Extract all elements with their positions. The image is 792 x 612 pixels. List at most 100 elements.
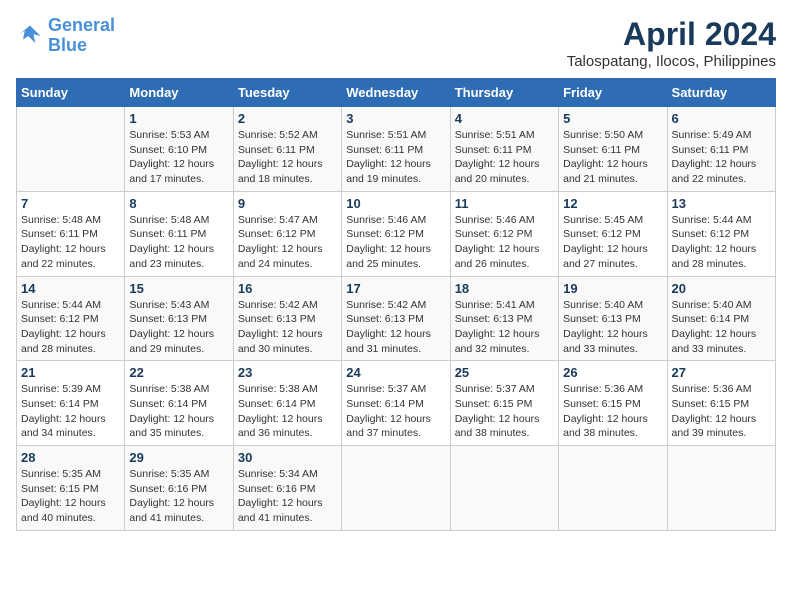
day-number: 5 xyxy=(563,111,662,126)
day-number: 29 xyxy=(129,450,228,465)
calendar-cell: 1Sunrise: 5:53 AMSunset: 6:10 PMDaylight… xyxy=(125,107,233,192)
day-info: Sunrise: 5:52 AMSunset: 6:11 PMDaylight:… xyxy=(238,128,337,187)
day-info: Sunrise: 5:49 AMSunset: 6:11 PMDaylight:… xyxy=(672,128,771,187)
logo-icon xyxy=(16,22,44,50)
day-info: Sunrise: 5:38 AMSunset: 6:14 PMDaylight:… xyxy=(129,382,228,441)
day-number: 9 xyxy=(238,196,337,211)
day-number: 11 xyxy=(455,196,554,211)
day-info: Sunrise: 5:37 AMSunset: 6:14 PMDaylight:… xyxy=(346,382,445,441)
calendar-table: SundayMondayTuesdayWednesdayThursdayFrid… xyxy=(16,78,776,531)
day-number: 2 xyxy=(238,111,337,126)
calendar-cell: 11Sunrise: 5:46 AMSunset: 6:12 PMDayligh… xyxy=(450,191,558,276)
day-number: 21 xyxy=(21,365,120,380)
weekday-header-monday: Monday xyxy=(125,79,233,107)
day-number: 20 xyxy=(672,281,771,296)
calendar-cell: 15Sunrise: 5:43 AMSunset: 6:13 PMDayligh… xyxy=(125,276,233,361)
calendar-cell: 27 Sunrise: 5:36 AMSunset: 6:15 PMDayligh… xyxy=(667,361,775,446)
day-number: 26 xyxy=(563,365,662,380)
day-number: 6 xyxy=(672,111,771,126)
day-number: 18 xyxy=(455,281,554,296)
calendar-cell xyxy=(17,107,125,192)
day-number: 13 xyxy=(672,196,771,211)
calendar-cell: 21 Sunrise: 5:39 AMSunset: 6:14 PMDayligh… xyxy=(17,361,125,446)
day-number: 3 xyxy=(346,111,445,126)
day-info: Sunrise: 5:53 AMSunset: 6:10 PMDaylight:… xyxy=(129,128,228,187)
day-number: 27 xyxy=(672,365,771,380)
day-number: 17 xyxy=(346,281,445,296)
day-info: Sunrise: 5:51 AMSunset: 6:11 PMDaylight:… xyxy=(455,128,554,187)
day-info: Sunrise: 5:34 AMSunset: 6:16 PMDaylight:… xyxy=(238,467,337,526)
day-number: 24 xyxy=(346,365,445,380)
weekday-header-friday: Friday xyxy=(559,79,667,107)
weekday-header-saturday: Saturday xyxy=(667,79,775,107)
calendar-cell: 24 Sunrise: 5:37 AMSunset: 6:14 PMDayligh… xyxy=(342,361,450,446)
calendar-cell: 19Sunrise: 5:40 AMSunset: 6:13 PMDayligh… xyxy=(559,276,667,361)
calendar-cell: 29 Sunrise: 5:35 AMSunset: 6:16 PMDayligh… xyxy=(125,446,233,531)
calendar-cell: 9 Sunrise: 5:47 AMSunset: 6:12 PMDaylight… xyxy=(233,191,341,276)
calendar-cell: 4 Sunrise: 5:51 AMSunset: 6:11 PMDaylight… xyxy=(450,107,558,192)
logo-blue: Blue xyxy=(48,35,87,55)
day-info: Sunrise: 5:36 AMSunset: 6:15 PMDaylight:… xyxy=(672,382,771,441)
day-info: Sunrise: 5:44 AMSunset: 6:12 PMDaylight:… xyxy=(672,213,771,272)
calendar-cell: 25 Sunrise: 5:37 AMSunset: 6:15 PMDayligh… xyxy=(450,361,558,446)
day-number: 8 xyxy=(129,196,228,211)
day-info: Sunrise: 5:35 AMSunset: 6:15 PMDaylight:… xyxy=(21,467,120,526)
day-number: 7 xyxy=(21,196,120,211)
week-row-1: 1Sunrise: 5:53 AMSunset: 6:10 PMDaylight… xyxy=(17,107,776,192)
weekday-header-sunday: Sunday xyxy=(17,79,125,107)
title-block: April 2024 Talospatang, Ilocos, Philippi… xyxy=(567,16,776,70)
day-info: Sunrise: 5:35 AMSunset: 6:16 PMDaylight:… xyxy=(129,467,228,526)
day-number: 22 xyxy=(129,365,228,380)
page-header: General Blue April 2024 Talospatang, Ilo… xyxy=(16,16,776,70)
calendar-cell xyxy=(667,446,775,531)
day-info: Sunrise: 5:36 AMSunset: 6:15 PMDaylight:… xyxy=(563,382,662,441)
weekday-header-tuesday: Tuesday xyxy=(233,79,341,107)
calendar-cell: 14 Sunrise: 5:44 AMSunset: 6:12 PMDayligh… xyxy=(17,276,125,361)
day-info: Sunrise: 5:44 AMSunset: 6:12 PMDaylight:… xyxy=(21,298,120,357)
weekday-header-row: SundayMondayTuesdayWednesdayThursdayFrid… xyxy=(17,79,776,107)
week-row-5: 28 Sunrise: 5:35 AMSunset: 6:15 PMDayligh… xyxy=(17,446,776,531)
calendar-cell xyxy=(342,446,450,531)
calendar-cell: 8 Sunrise: 5:48 AMSunset: 6:11 PMDaylight… xyxy=(125,191,233,276)
calendar-title: April 2024 xyxy=(567,16,776,53)
weekday-header-wednesday: Wednesday xyxy=(342,79,450,107)
calendar-subtitle: Talospatang, Ilocos, Philippines xyxy=(567,53,776,70)
calendar-cell xyxy=(559,446,667,531)
weekday-header-thursday: Thursday xyxy=(450,79,558,107)
day-info: Sunrise: 5:38 AMSunset: 6:14 PMDaylight:… xyxy=(238,382,337,441)
day-info: Sunrise: 5:50 AMSunset: 6:11 PMDaylight:… xyxy=(563,128,662,187)
day-info: Sunrise: 5:37 AMSunset: 6:15 PMDaylight:… xyxy=(455,382,554,441)
logo-general: General xyxy=(48,15,115,35)
day-number: 28 xyxy=(21,450,120,465)
day-info: Sunrise: 5:51 AMSunset: 6:11 PMDaylight:… xyxy=(346,128,445,187)
calendar-cell: 20Sunrise: 5:40 AMSunset: 6:14 PMDayligh… xyxy=(667,276,775,361)
calendar-cell: 22 Sunrise: 5:38 AMSunset: 6:14 PMDayligh… xyxy=(125,361,233,446)
day-info: Sunrise: 5:45 AMSunset: 6:12 PMDaylight:… xyxy=(563,213,662,272)
calendar-cell xyxy=(450,446,558,531)
week-row-4: 21 Sunrise: 5:39 AMSunset: 6:14 PMDayligh… xyxy=(17,361,776,446)
calendar-cell: 2 Sunrise: 5:52 AMSunset: 6:11 PMDaylight… xyxy=(233,107,341,192)
day-info: Sunrise: 5:47 AMSunset: 6:12 PMDaylight:… xyxy=(238,213,337,272)
calendar-cell: 3 Sunrise: 5:51 AMSunset: 6:11 PMDaylight… xyxy=(342,107,450,192)
logo: General Blue xyxy=(16,16,115,56)
calendar-cell: 12 Sunrise: 5:45 AMSunset: 6:12 PMDayligh… xyxy=(559,191,667,276)
day-info: Sunrise: 5:48 AMSunset: 6:11 PMDaylight:… xyxy=(21,213,120,272)
day-info: Sunrise: 5:42 AMSunset: 6:13 PMDaylight:… xyxy=(346,298,445,357)
day-number: 19 xyxy=(563,281,662,296)
day-number: 14 xyxy=(21,281,120,296)
day-number: 4 xyxy=(455,111,554,126)
calendar-cell: 17 Sunrise: 5:42 AMSunset: 6:13 PMDayligh… xyxy=(342,276,450,361)
day-number: 10 xyxy=(346,196,445,211)
logo-text: General Blue xyxy=(48,16,115,56)
day-number: 25 xyxy=(455,365,554,380)
calendar-cell: 7 Sunrise: 5:48 AMSunset: 6:11 PMDaylight… xyxy=(17,191,125,276)
calendar-cell: 16Sunrise: 5:42 AMSunset: 6:13 PMDayligh… xyxy=(233,276,341,361)
week-row-2: 7 Sunrise: 5:48 AMSunset: 6:11 PMDaylight… xyxy=(17,191,776,276)
calendar-cell: 28 Sunrise: 5:35 AMSunset: 6:15 PMDayligh… xyxy=(17,446,125,531)
day-info: Sunrise: 5:48 AMSunset: 6:11 PMDaylight:… xyxy=(129,213,228,272)
day-number: 12 xyxy=(563,196,662,211)
calendar-cell: 26 Sunrise: 5:36 AMSunset: 6:15 PMDayligh… xyxy=(559,361,667,446)
day-info: Sunrise: 5:39 AMSunset: 6:14 PMDaylight:… xyxy=(21,382,120,441)
day-number: 15 xyxy=(129,281,228,296)
day-number: 30 xyxy=(238,450,337,465)
